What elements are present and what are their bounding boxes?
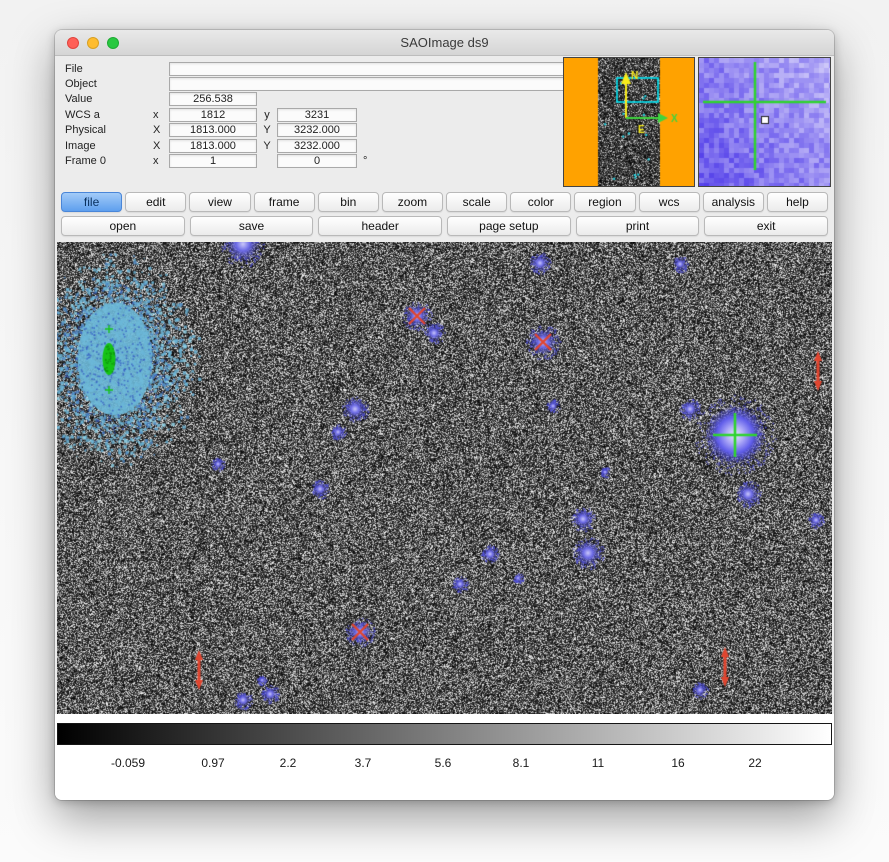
wcs-y-field[interactable] xyxy=(277,108,357,122)
image-y-field[interactable] xyxy=(277,139,357,153)
physical-x-field[interactable] xyxy=(169,123,257,137)
tick-label: 5.6 xyxy=(435,756,452,770)
info-row-physical: Physical X Y xyxy=(65,123,565,138)
button-exit[interactable]: exit xyxy=(704,216,828,236)
object-label: Object xyxy=(65,78,153,90)
menu-file[interactable]: file xyxy=(61,192,122,212)
colorbar[interactable] xyxy=(57,723,832,745)
colorbar-ticks: -0.059 0.97 2.2 3.7 5.6 8.1 11 16 22 xyxy=(55,756,834,772)
menu-scale[interactable]: scale xyxy=(446,192,507,212)
file-field[interactable] xyxy=(169,62,565,76)
menu-view[interactable]: view xyxy=(189,192,250,212)
button-header[interactable]: header xyxy=(318,216,442,236)
image-y-key: Y xyxy=(257,140,277,152)
info-row-wcs: WCS a x y xyxy=(65,107,565,122)
physical-label: Physical xyxy=(65,124,153,136)
menu-region[interactable]: region xyxy=(574,192,635,212)
titlebar: SAOImage ds9 xyxy=(55,30,834,56)
frame-label: Frame 0 xyxy=(65,155,153,167)
object-field[interactable] xyxy=(169,77,565,91)
info-row-image: Image X Y xyxy=(65,138,565,153)
menu-analysis[interactable]: analysis xyxy=(703,192,764,212)
magnifier-view xyxy=(698,57,831,187)
value-label: Value xyxy=(65,93,153,105)
wcs-x-key: x xyxy=(153,109,169,121)
image-label: Image xyxy=(65,140,153,152)
close-button[interactable] xyxy=(67,37,79,49)
menu-help[interactable]: help xyxy=(767,192,828,212)
minimize-button[interactable] xyxy=(87,37,99,49)
fullscreen-button[interactable] xyxy=(107,37,119,49)
button-open[interactable]: open xyxy=(61,216,185,236)
value-field[interactable] xyxy=(169,92,257,106)
tick-label: 2.2 xyxy=(280,756,297,770)
button-page-setup[interactable]: page setup xyxy=(447,216,571,236)
button-save[interactable]: save xyxy=(190,216,314,236)
file-toolbar: opensaveheaderpage setupprintexit xyxy=(61,216,828,236)
wcs-label: WCS a xyxy=(65,109,153,121)
info-row-object: Object xyxy=(65,76,565,91)
frame-x-key: x xyxy=(153,155,169,167)
physical-y-field[interactable] xyxy=(277,123,357,137)
window-title: SAOImage ds9 xyxy=(55,30,834,55)
desktop: SAOImage ds9 File Object Value WCS a x xyxy=(0,0,889,862)
tick-label: 16 xyxy=(671,756,684,770)
info-row-frame: Frame 0 x ° xyxy=(65,153,565,168)
frame-y-field[interactable] xyxy=(277,154,357,168)
ds9-window: SAOImage ds9 File Object Value WCS a x xyxy=(55,30,834,800)
colorbar-section: -0.059 0.97 2.2 3.7 5.6 8.1 11 16 22 xyxy=(55,714,834,800)
menu-bin[interactable]: bin xyxy=(318,192,379,212)
wcs-x-field[interactable] xyxy=(169,108,257,122)
menu-wcs[interactable]: wcs xyxy=(639,192,700,212)
physical-x-key: X xyxy=(153,124,169,136)
info-row-file: File xyxy=(65,61,565,76)
traffic-lights xyxy=(67,37,119,49)
tick-label: 3.7 xyxy=(355,756,372,770)
wcs-y-key: y xyxy=(257,109,277,121)
menu-bar: fileeditviewframebinzoomscalecolorregion… xyxy=(61,192,828,212)
tick-label: 0.97 xyxy=(201,756,224,770)
frame-x-field[interactable] xyxy=(169,154,257,168)
menu-zoom[interactable]: zoom xyxy=(382,192,443,212)
info-panel: File Object Value WCS a x y xyxy=(65,61,565,169)
tick-label: 8.1 xyxy=(513,756,530,770)
tick-label: 22 xyxy=(748,756,761,770)
degree-symbol: ° xyxy=(363,155,367,167)
tick-label: -0.059 xyxy=(111,756,145,770)
image-canvas[interactable] xyxy=(57,242,832,714)
file-label: File xyxy=(65,63,153,75)
menu-color[interactable]: color xyxy=(510,192,571,212)
info-row-value: Value xyxy=(65,92,565,107)
panner-view[interactable] xyxy=(563,57,695,187)
button-print[interactable]: print xyxy=(576,216,700,236)
menu-edit[interactable]: edit xyxy=(125,192,186,212)
image-x-key: X xyxy=(153,140,169,152)
physical-y-key: Y xyxy=(257,124,277,136)
image-x-field[interactable] xyxy=(169,139,257,153)
tick-label: 11 xyxy=(592,756,604,770)
menu-frame[interactable]: frame xyxy=(254,192,315,212)
